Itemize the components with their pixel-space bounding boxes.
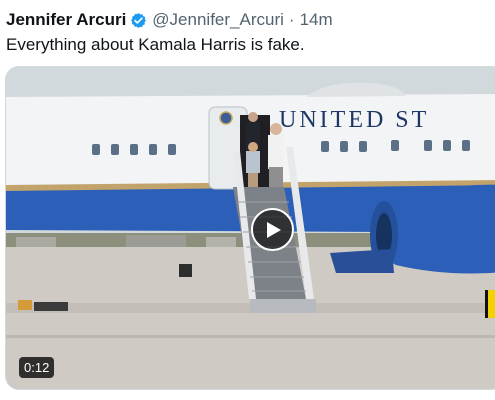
aircraft-lettering: UNITED ST: [279, 107, 430, 133]
timestamp[interactable]: 14m: [300, 10, 333, 30]
play-icon: [267, 221, 281, 238]
corner-watermark: [485, 290, 495, 318]
tweet-text: Everything about Kamala Harris is fake.: [6, 35, 305, 54]
video-player[interactable]: UNITED ST 0:12: [5, 66, 495, 390]
video-duration-badge: 0:12: [19, 357, 55, 378]
play-button[interactable]: [251, 208, 294, 251]
author-name[interactable]: Jennifer Arcuri: [6, 10, 126, 30]
tweet-header: Jennifer Arcuri @Jennifer_Arcuri · 14m: [6, 9, 333, 31]
author-handle[interactable]: @Jennifer_Arcuri: [152, 10, 284, 30]
verified-badge-icon: [130, 12, 147, 29]
separator-dot: ·: [288, 10, 295, 29]
